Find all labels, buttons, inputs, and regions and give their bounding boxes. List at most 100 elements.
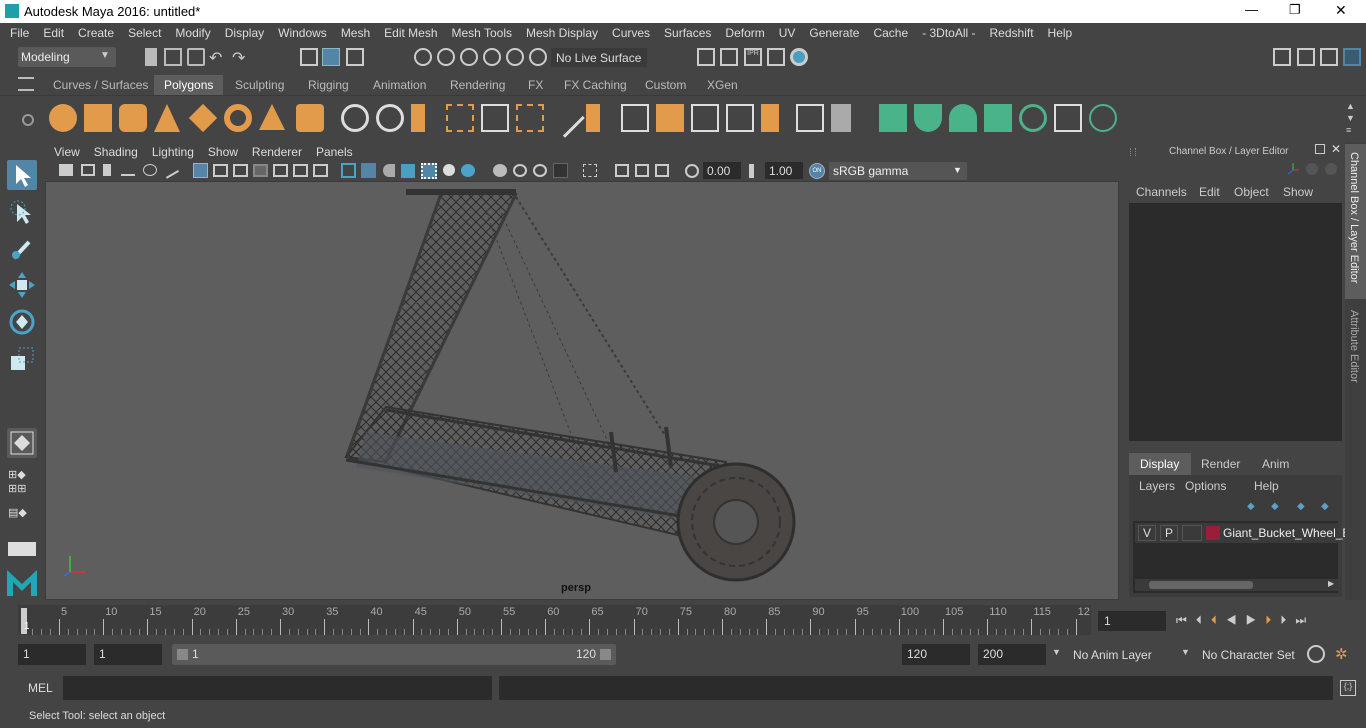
animation-end-field[interactable]: 200 <box>978 644 1046 665</box>
layers-menu[interactable]: Layers <box>1139 479 1175 493</box>
tab-fx[interactable]: FX <box>518 75 553 95</box>
exposure-icon[interactable] <box>685 164 699 178</box>
use-all-lights-icon[interactable] <box>421 163 437 179</box>
menu-mesh-display[interactable]: Mesh Display <box>519 23 605 40</box>
multisample-aa-icon[interactable] <box>513 164 527 177</box>
tab-animation[interactable]: Animation <box>363 75 436 95</box>
range-start-handle[interactable] <box>177 649 188 660</box>
playback-start-field[interactable]: 1 <box>94 644 162 665</box>
layer-playback-toggle[interactable]: P <box>1160 525 1178 541</box>
isolate-select-icon[interactable] <box>583 164 597 177</box>
mel-label[interactable]: MEL <box>28 681 53 695</box>
hypershade-icon[interactable] <box>790 48 808 66</box>
menu-deform[interactable]: Deform <box>718 23 771 40</box>
viewport-menu-shading[interactable]: Shading <box>87 142 145 159</box>
xray-joints-icon[interactable] <box>615 164 629 177</box>
poly-pipe-icon[interactable] <box>296 104 324 132</box>
safe-action-icon[interactable] <box>293 164 308 177</box>
redo-icon[interactable]: ↷ <box>232 48 250 67</box>
layer-scrollbar[interactable]: ▶ <box>1135 579 1338 591</box>
layer-row[interactable]: V P Giant_Bucket_Wheel_E <box>1135 523 1350 543</box>
exposure-field[interactable]: 0.00 <box>703 162 741 179</box>
menu-curves[interactable]: Curves <box>605 23 657 40</box>
uv-spherical-icon[interactable] <box>949 104 977 132</box>
shadows-icon[interactable] <box>443 164 455 176</box>
screen-space-ao-icon[interactable] <box>461 164 475 177</box>
select-object-icon[interactable] <box>322 48 340 66</box>
uv-cut-sew-icon[interactable] <box>1089 104 1117 132</box>
tab-custom[interactable]: Custom <box>635 75 696 95</box>
mel-input[interactable] <box>63 676 492 700</box>
menu-help[interactable]: Help <box>1041 23 1080 40</box>
range-slider[interactable]: 1 120 <box>172 644 616 665</box>
bool-icon[interactable] <box>481 104 509 132</box>
offset-edge-icon[interactable] <box>761 104 779 132</box>
grease-pencil-icon[interactable] <box>160 161 180 179</box>
select-hierarchy-icon[interactable] <box>300 48 318 66</box>
side-tab-channel-box[interactable]: Channel Box / Layer Editor <box>1345 144 1366 299</box>
tab-layer-anim[interactable]: Anim <box>1262 457 1289 471</box>
menu-redshift[interactable]: Redshift <box>983 23 1041 40</box>
poly-cube-icon[interactable] <box>84 104 112 132</box>
resolution-gate-icon[interactable] <box>233 164 248 177</box>
bevel-icon[interactable] <box>656 104 684 132</box>
menu-edit[interactable]: Edit <box>36 23 71 40</box>
select-tool-icon[interactable] <box>7 160 37 190</box>
snap-surface-icon[interactable] <box>506 48 524 66</box>
xray-icon[interactable] <box>553 163 568 178</box>
live-surface-field[interactable]: No Live Surface <box>551 48 647 67</box>
mode-dropdown[interactable]: Modeling ▼ <box>18 47 116 67</box>
speed-toggle-icon[interactable] <box>1306 163 1318 175</box>
lasso-tool-icon[interactable] <box>7 198 37 228</box>
snap-curve-icon[interactable] <box>437 48 455 66</box>
snap-live-icon[interactable] <box>529 48 547 66</box>
manipulator-axis-icon[interactable] <box>1286 162 1300 176</box>
menu-generate[interactable]: Generate <box>802 23 866 40</box>
2d-pan-zoom-icon[interactable] <box>143 164 157 176</box>
uv-unfold-icon[interactable] <box>1019 104 1047 132</box>
menu-create[interactable]: Create <box>71 23 121 40</box>
poly-cylinder-icon[interactable] <box>119 104 147 132</box>
layer-visibility-toggle[interactable]: V <box>1138 525 1156 541</box>
layer-name[interactable]: Giant_Bucket_Wheel_E <box>1223 526 1350 540</box>
menu-display[interactable]: Display <box>218 23 271 40</box>
tab-curves-surfaces[interactable]: Curves / Surfaces <box>43 75 158 95</box>
outliner-layout-icon[interactable] <box>8 542 36 556</box>
viewport-menu-view[interactable]: View <box>45 142 87 159</box>
chevron-down-icon[interactable]: ▼ <box>1052 647 1061 657</box>
menu-edit-mesh[interactable]: Edit Mesh <box>377 23 444 40</box>
modeling-toolkit-icon[interactable] <box>1273 48 1291 66</box>
channels-edit-menu[interactable]: Edit <box>1199 185 1220 199</box>
channels-object-menu[interactable]: Object <box>1234 185 1269 199</box>
wireframe-on-shaded-icon[interactable] <box>383 164 395 177</box>
move-layer-up-icon[interactable]: ◆ <box>1247 501 1261 512</box>
tool-settings-toggle-icon[interactable] <box>1320 48 1338 66</box>
undo-icon[interactable]: ↶ <box>209 48 227 67</box>
attribute-editor-toggle-icon[interactable] <box>1297 48 1315 66</box>
channels-show-menu[interactable]: Show <box>1283 185 1313 199</box>
chevron-down-icon[interactable]: ▼ <box>1181 647 1190 657</box>
shelf-menu-icon[interactable] <box>18 77 34 91</box>
single-perspective-layout-icon[interactable] <box>7 428 37 458</box>
menu-cache[interactable]: Cache <box>866 23 915 40</box>
extract-icon[interactable] <box>516 104 544 132</box>
tab-rendering[interactable]: Rendering <box>440 75 515 95</box>
step-forward-key-icon[interactable]: ⏵ <box>1265 613 1280 627</box>
layer-help-menu[interactable]: Help <box>1254 479 1279 493</box>
shelf-settings-icon[interactable] <box>22 114 34 126</box>
move-layer-down-icon[interactable]: ◆ <box>1271 501 1285 512</box>
menu-3dtoall[interactable]: - 3DtoAll - <box>915 23 982 40</box>
bridge-icon[interactable] <box>621 104 649 132</box>
camera-select-icon[interactable] <box>59 164 73 176</box>
camera-attributes-icon[interactable] <box>81 164 95 176</box>
channel-box-toggle-icon[interactable] <box>1343 48 1361 66</box>
perspective-viewport[interactable]: persp <box>45 181 1119 600</box>
target-weld-icon[interactable] <box>796 104 824 132</box>
new-empty-layer-icon[interactable]: ◆ <box>1297 501 1311 512</box>
tab-rigging[interactable]: Rigging <box>298 75 359 95</box>
scale-tool-icon[interactable] <box>7 344 37 374</box>
image-plane-icon[interactable] <box>121 164 135 176</box>
tab-sculpting[interactable]: Sculpting <box>225 75 294 95</box>
ipr-render-icon[interactable]: IPR <box>744 48 762 66</box>
scrollbar-thumb[interactable] <box>1149 581 1253 589</box>
